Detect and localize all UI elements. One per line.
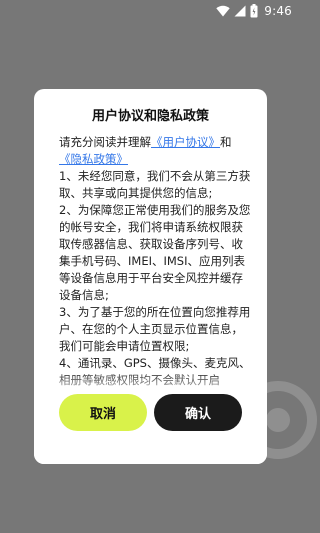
intro-paragraph: 请充分阅读并理解《用户协议》和《隐私政策》 (59, 134, 251, 168)
and-text: 和 (220, 135, 232, 149)
intro-text: 请充分阅读并理解 (59, 135, 151, 149)
cancel-button[interactable]: 取消 (59, 394, 147, 431)
user-agreement-link[interactable]: 《用户协议》 (151, 135, 220, 149)
signal-icon (234, 5, 246, 17)
confirm-button[interactable]: 确认 (154, 394, 242, 431)
policy-paragraph-1: 1、未经您同意，我们不会从第三方获取、共享或向其提供您的信息; (59, 169, 251, 200)
status-time: 9:46 (264, 4, 292, 18)
status-icons: 9:46 (216, 3, 292, 19)
dialog-title: 用户协议和隐私政策 (91, 109, 209, 124)
wifi-icon (216, 5, 230, 17)
status-bar: 9:46 (0, 0, 300, 22)
privacy-dialog: 用户协议和隐私政策 请充分阅读并理解《用户协议》和《隐私政策》 1、未经您同意，… (34, 89, 267, 464)
policy-paragraph-3: 3、为了基于您的所在位置向您推荐用户、在您的个人主页显示位置信息，我们可能会申请… (59, 305, 251, 353)
privacy-policy-link[interactable]: 《隐私政策》 (59, 152, 128, 166)
battery-icon (250, 4, 258, 18)
policy-paragraph-2: 2、为保障您正常使用我们的服务及您的帐号安全，我们将申请系统权限获取传感器信息、… (59, 203, 251, 302)
